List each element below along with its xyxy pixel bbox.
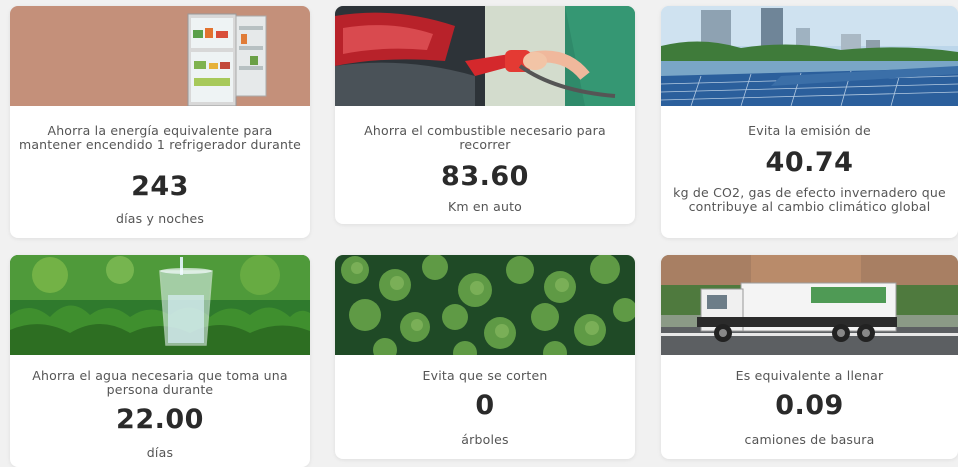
card-unit: kg de CO2, gas de efecto invernadero que… — [673, 185, 946, 214]
refrigerator-photo — [10, 6, 310, 106]
card-description: Ahorra la energía equivalente para mante… — [18, 123, 302, 152]
water-glass-photo — [10, 255, 310, 355]
card-description: Ahorra el combustible necesario para rec… — [364, 123, 606, 152]
card-unit: días — [146, 445, 174, 460]
impact-card-water: Ahorra el agua necesaria que toma una pe… — [10, 255, 310, 467]
card-description: Evita la emisión de — [748, 123, 871, 138]
impact-cards-grid: Ahorra la energía equivalente para mante… — [0, 0, 958, 467]
card-description: Es equivalente a llenar — [735, 368, 884, 383]
card-unit: días y noches — [115, 211, 205, 226]
card-value: 243 — [131, 171, 189, 202]
card-value: 83.60 — [441, 161, 529, 192]
impact-card-fuel: Ahorra el combustible necesario para rec… — [335, 6, 635, 224]
solar-panels-photo — [661, 6, 958, 106]
card-value: 0 — [475, 390, 495, 421]
impact-card-energy: Ahorra la energía equivalente para mante… — [10, 6, 310, 238]
impact-card-garbage: Es equivalente a llenar 0.09 camiones de… — [661, 255, 958, 459]
card-value: 0.09 — [775, 390, 844, 421]
fuel-pump-photo — [335, 6, 635, 106]
card-description: Evita que se corten — [422, 368, 548, 383]
card-value: 22.00 — [116, 404, 204, 435]
garbage-truck-photo — [661, 255, 958, 355]
card-unit: camiones de basura — [744, 432, 875, 447]
card-value: 40.74 — [765, 147, 854, 178]
card-unit: Km en auto — [447, 199, 523, 214]
card-description: Ahorra el agua necesaria que toma una pe… — [32, 368, 288, 397]
forest-photo — [335, 255, 635, 355]
impact-card-co2: Evita la emisión de 40.74 kg de CO2, gas… — [661, 6, 958, 238]
card-unit: árboles — [461, 432, 509, 447]
impact-card-trees: Evita que se corten 0 árboles — [335, 255, 635, 459]
